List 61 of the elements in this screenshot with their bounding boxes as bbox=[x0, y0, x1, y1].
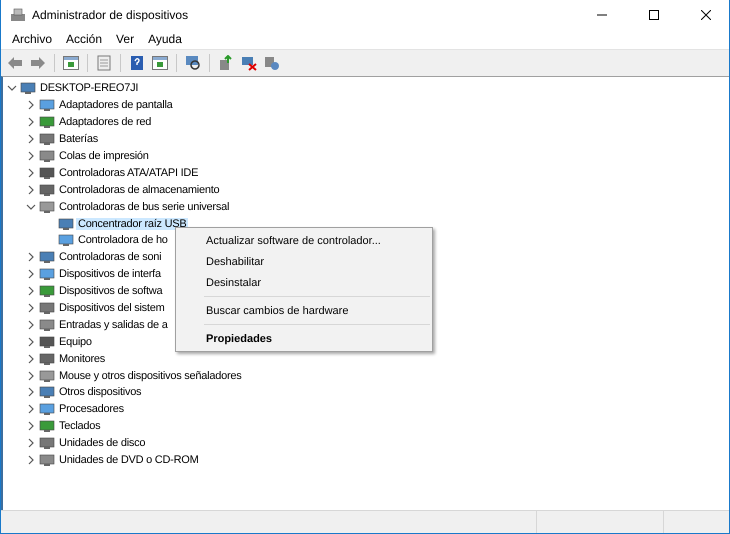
tree-item[interactable]: Dispositivos del sistem bbox=[57, 302, 167, 314]
tree-item[interactable]: Controladoras ATA/ATAPI IDE bbox=[57, 166, 200, 179]
device-icon bbox=[39, 453, 55, 468]
menu-item[interactable]: Acción bbox=[59, 32, 110, 46]
tree-item[interactable]: Procesadores bbox=[57, 403, 126, 416]
menu-item[interactable]: Buscar cambios de hardware bbox=[176, 300, 432, 321]
menu-item[interactable]: Actualizar software de controlador... bbox=[176, 230, 432, 251]
maximize-icon bbox=[649, 10, 659, 20]
menu-item[interactable]: Ayuda bbox=[141, 32, 189, 46]
device-icon bbox=[39, 132, 55, 146]
tree-item[interactable]: Adaptadores de red bbox=[57, 116, 154, 128]
tree-item[interactable]: Baterías bbox=[57, 133, 100, 146]
menu-item[interactable]: Ver bbox=[109, 32, 142, 46]
device-icon bbox=[39, 352, 55, 366]
tree-item[interactable]: Otros dispositivos bbox=[57, 386, 144, 398]
tree-item[interactable]: Controladora de ho bbox=[76, 234, 170, 246]
close-icon bbox=[701, 10, 711, 20]
device-icon bbox=[58, 216, 74, 231]
device-icon bbox=[39, 182, 55, 197]
device-icon bbox=[39, 149, 55, 163]
tree-item[interactable]: Unidades de DVD o CD-ROM bbox=[57, 454, 200, 466]
menu-item[interactable]: Desinstalar bbox=[176, 272, 432, 293]
tree-item[interactable]: Equipo bbox=[57, 336, 94, 348]
device-icon bbox=[39, 318, 55, 332]
device-icon bbox=[39, 98, 55, 112]
device-icon bbox=[39, 436, 55, 450]
tree-item[interactable]: Monitores bbox=[57, 352, 108, 365]
tree-item[interactable]: Colas de impresión bbox=[57, 150, 151, 162]
tree-item[interactable]: Concentrador raíz USB bbox=[76, 218, 188, 230]
panel-icon[interactable] bbox=[150, 53, 170, 73]
device-icon bbox=[39, 115, 55, 130]
window-title: Administrador de dispositivos bbox=[32, 8, 190, 22]
tree-item[interactable]: Dispositivos de interfa bbox=[57, 268, 163, 280]
menu-item[interactable]: Archivo bbox=[5, 32, 60, 46]
tree-item[interactable]: Unidades de disco bbox=[57, 437, 148, 450]
tree-item[interactable]: Adaptadores de pantalla bbox=[57, 99, 175, 112]
device-icon bbox=[39, 334, 55, 349]
device-icon bbox=[39, 301, 55, 316]
panel-icon[interactable] bbox=[61, 53, 81, 73]
device-icon bbox=[39, 200, 55, 214]
device-icon bbox=[39, 402, 55, 416]
device-icon bbox=[39, 250, 55, 264]
tree-item[interactable]: Mouse y otros dispositivos señaladores bbox=[57, 370, 244, 382]
tree-item[interactable]: Controladoras de bus serie universal bbox=[57, 200, 232, 213]
device-icon bbox=[39, 368, 55, 383]
tree-item[interactable]: Dispositivos de softwa bbox=[57, 285, 164, 298]
menu-item[interactable]: Propiedades bbox=[176, 328, 432, 349]
device-icon bbox=[39, 166, 55, 180]
device-icon bbox=[39, 419, 55, 434]
device-icon bbox=[39, 267, 55, 282]
device-icon bbox=[39, 385, 55, 400]
tree-item[interactable]: Teclados bbox=[57, 420, 102, 432]
device-icon bbox=[20, 81, 36, 96]
app-icon bbox=[10, 8, 26, 22]
tree-item[interactable]: Controladoras de almacenamiento bbox=[57, 184, 222, 196]
device-icon bbox=[58, 233, 74, 248]
menu-item[interactable]: Deshabilitar bbox=[176, 251, 432, 272]
tree-item[interactable]: DESKTOP-EREO7JI bbox=[38, 82, 140, 94]
tree-item[interactable]: Entradas y salidas de a bbox=[57, 318, 170, 331]
device-icon bbox=[39, 284, 55, 298]
tree-item[interactable]: Controladoras de soni bbox=[57, 251, 164, 264]
